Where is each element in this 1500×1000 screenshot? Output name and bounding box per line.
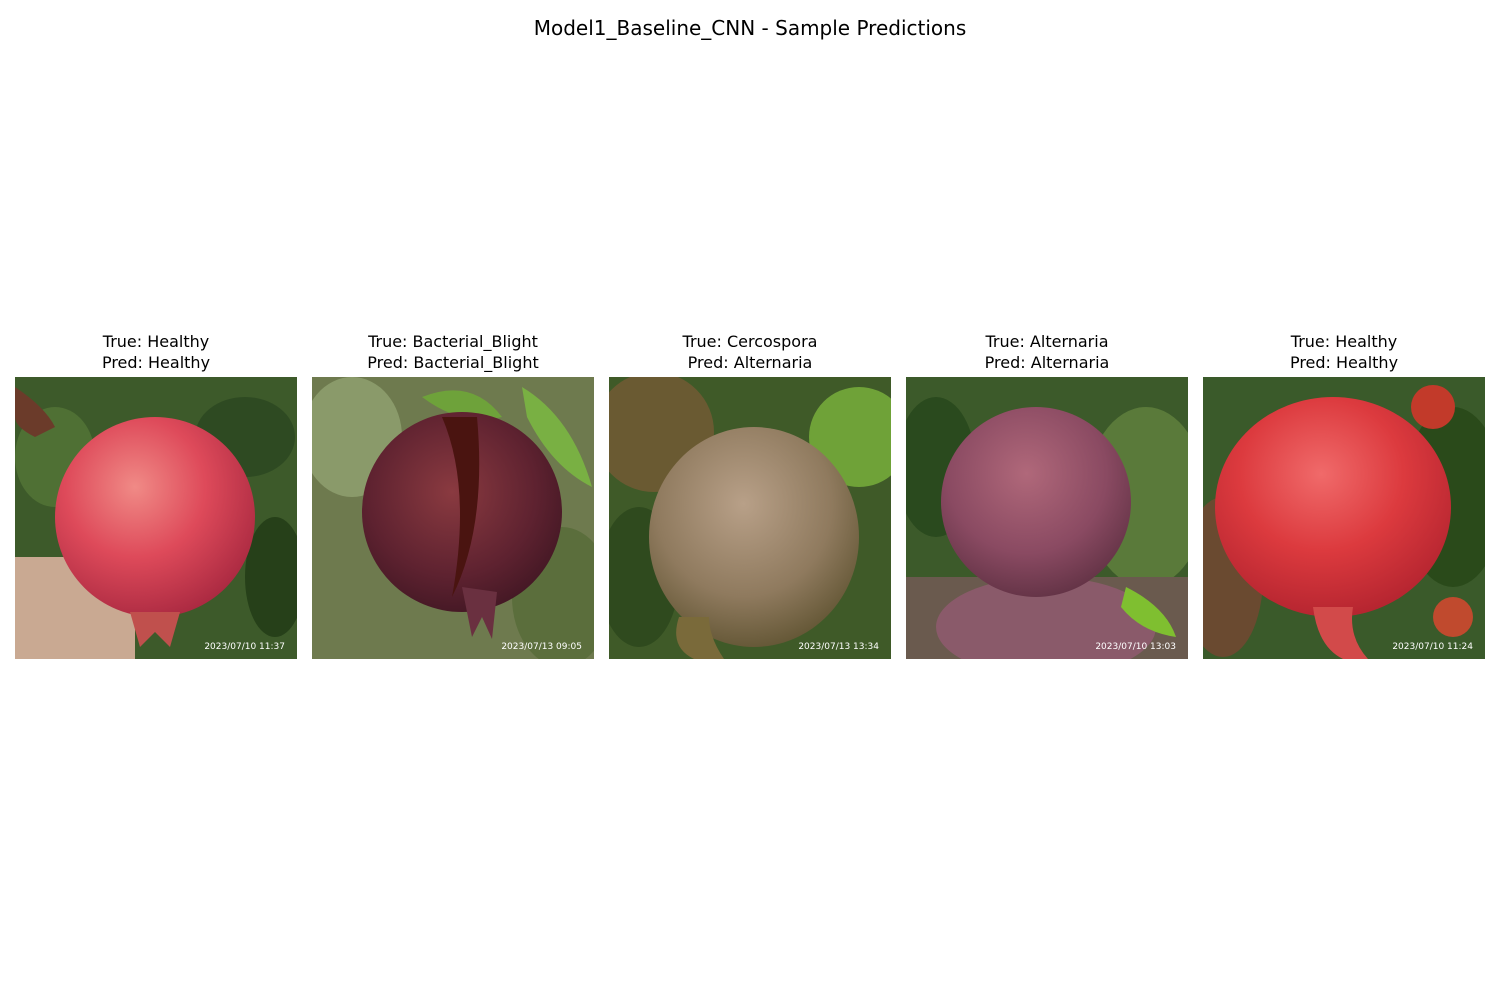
photo-timestamp: 2023/07/10 11:37 bbox=[204, 642, 285, 652]
sample-caption: True: Bacterial_Blight Pred: Bacterial_B… bbox=[312, 331, 594, 377]
sample-caption: True: Alternaria Pred: Alternaria bbox=[906, 331, 1188, 377]
pred-label: Pred: Alternaria bbox=[687, 353, 813, 372]
true-label: True: Alternaria bbox=[985, 332, 1109, 351]
pred-label: Pred: Healthy bbox=[101, 353, 211, 372]
sample-panel: True: Cercospora Pred: Alternaria 2023/0… bbox=[609, 331, 891, 659]
sample-panel: True: Bacterial_Blight Pred: Bacterial_B… bbox=[312, 331, 594, 659]
sample-caption: True: Healthy Pred: Healthy bbox=[15, 331, 297, 377]
pomegranate-photo: 2023/07/13 13:34 bbox=[609, 377, 891, 659]
pred-label: Pred: Bacterial_Blight bbox=[367, 353, 539, 372]
sample-caption: True: Cercospora Pred: Alternaria bbox=[609, 331, 891, 377]
sample-panel: True: Healthy Pred: Healthy 2023/07/10 1… bbox=[15, 331, 297, 659]
photo-timestamp: 2023/07/10 13:03 bbox=[1095, 642, 1176, 652]
figure-title: Model1_Baseline_CNN - Sample Predictions bbox=[533, 16, 967, 40]
pomegranate-photo: 2023/07/13 09:05 bbox=[312, 377, 594, 659]
pomegranate-photo: 2023/07/10 13:03 bbox=[906, 377, 1188, 659]
true-label: True: Healthy bbox=[102, 332, 210, 351]
photo-timestamp: 2023/07/13 09:05 bbox=[501, 642, 582, 652]
photo-timestamp: 2023/07/10 11:24 bbox=[1392, 642, 1473, 652]
pomegranate-photo: 2023/07/10 11:24 bbox=[1203, 377, 1485, 659]
sample-panel: True: Healthy Pred: Healthy 2023/07/10 1… bbox=[1203, 331, 1485, 659]
true-label: True: Bacterial_Blight bbox=[368, 332, 538, 351]
photo-timestamp: 2023/07/13 13:34 bbox=[798, 642, 879, 652]
sample-panel: True: Alternaria Pred: Alternaria 2023/0… bbox=[906, 331, 1188, 659]
sample-caption: True: Healthy Pred: Healthy bbox=[1203, 331, 1485, 377]
true-label: True: Cercospora bbox=[682, 332, 818, 351]
pred-label: Pred: Alternaria bbox=[984, 353, 1110, 372]
true-label: True: Healthy bbox=[1290, 332, 1398, 351]
pomegranate-photo: 2023/07/10 11:37 bbox=[15, 377, 297, 659]
pred-label: Pred: Healthy bbox=[1289, 353, 1399, 372]
